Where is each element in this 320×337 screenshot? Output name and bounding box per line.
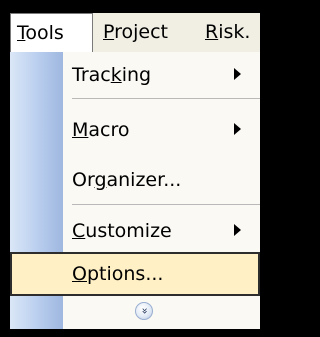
chevron-double-down-icon[interactable]: » — [135, 302, 153, 320]
menu-separator — [72, 98, 260, 99]
menu-item-options[interactable]: Options... — [10, 252, 260, 296]
menu-item-macro-label: Macro — [72, 119, 130, 141]
menu-project[interactable]: Project — [103, 13, 168, 52]
menu-risk[interactable]: Risk. — [205, 13, 250, 52]
menu-risk-label: isk. — [218, 21, 251, 43]
submenu-arrow-icon — [234, 68, 241, 80]
submenu-arrow-icon — [234, 123, 241, 135]
menu-item-customize-label: Customize — [72, 220, 172, 242]
submenu-arrow-icon — [234, 224, 241, 236]
menu-expand-more[interactable]: » — [10, 296, 260, 328]
menu-item-options-label: Options... — [72, 263, 164, 285]
menu-item-customize[interactable]: Customize — [10, 209, 260, 253]
menu-item-tracking[interactable]: Tracking — [10, 53, 260, 97]
menu-risk-mnemonic: R — [205, 21, 219, 43]
tools-dropdown-menu: Tracking Macro Organizer... Customize Op… — [10, 52, 260, 329]
menu-tools[interactable]: Tools — [10, 13, 93, 53]
menu-item-macro[interactable]: Macro — [10, 108, 260, 152]
menu-item-organizer-label: Organizer... — [72, 169, 182, 191]
menu-project-label: roject — [114, 21, 169, 43]
menu-item-tracking-label: Tracking — [72, 64, 152, 86]
menu-item-organizer[interactable]: Organizer... — [10, 158, 260, 202]
menu-project-mnemonic: P — [103, 21, 115, 43]
menu-bar: Tools Project Risk. — [10, 13, 260, 53]
menu-tools-label: ools — [25, 22, 64, 44]
menu-separator — [72, 204, 260, 205]
